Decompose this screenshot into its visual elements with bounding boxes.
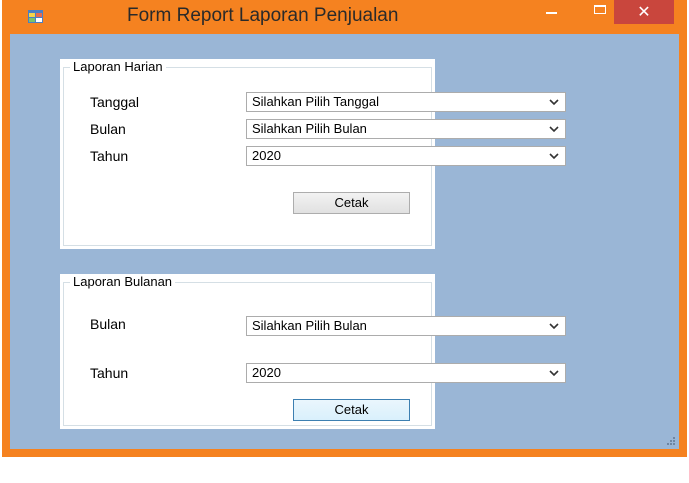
monthly-bulan-value: Silahkan Pilih Bulan [252,318,367,333]
daily-bulan-select[interactable]: Silahkan Pilih Bulan [246,119,566,139]
window-title: Form Report Laporan Penjualan [127,5,399,26]
chevron-down-icon [549,99,559,106]
daily-tanggal-label: Tanggal [90,94,140,110]
monthly-bulan-label: Bulan [90,316,126,332]
client-area: Laporan Harian Tanggal Silahkan Pilih Ta… [10,34,679,449]
daily-tanggal-select[interactable]: Silahkan Pilih Tanggal [246,92,566,112]
daily-bulan-value: Silahkan Pilih Bulan [252,121,367,136]
daily-tahun-label: Tahun [90,148,129,164]
title-bar[interactable]: Form Report Laporan Penjualan ✕ [2,0,687,34]
close-button[interactable]: ✕ [614,0,674,24]
daily-group-legend: Laporan Harian [70,59,166,74]
maximize-icon [594,5,606,14]
monthly-bulan-select[interactable]: Silahkan Pilih Bulan [246,316,566,336]
chevron-down-icon [549,370,559,377]
form-app-icon [28,10,43,23]
daily-tahun-select[interactable]: 2020 [246,146,566,166]
maximize-button[interactable] [586,0,616,22]
minimize-icon [546,12,557,14]
resize-grip-icon[interactable] [666,436,676,446]
report-window: Form Report Laporan Penjualan ✕ Laporan … [2,0,687,457]
monthly-tahun-value: 2020 [252,365,281,380]
monthly-tahun-label: Tahun [90,365,129,381]
monthly-report-group: Laporan Bulanan Bulan Silahkan Pilih Bul… [60,274,566,429]
monthly-tahun-select[interactable]: 2020 [246,363,566,383]
minimize-button[interactable] [537,0,567,22]
chevron-down-icon [549,153,559,160]
daily-tahun-value: 2020 [252,148,281,163]
monthly-group-legend: Laporan Bulanan [70,274,176,289]
daily-print-button[interactable]: Cetak [293,192,410,214]
chevron-down-icon [549,126,559,133]
close-icon: ✕ [637,2,651,21]
daily-report-group: Laporan Harian Tanggal Silahkan Pilih Ta… [60,59,566,249]
daily-bulan-label: Bulan [90,121,126,137]
chevron-down-icon [549,323,559,330]
daily-tanggal-value: Silahkan Pilih Tanggal [252,94,379,109]
monthly-print-button[interactable]: Cetak [293,399,410,421]
